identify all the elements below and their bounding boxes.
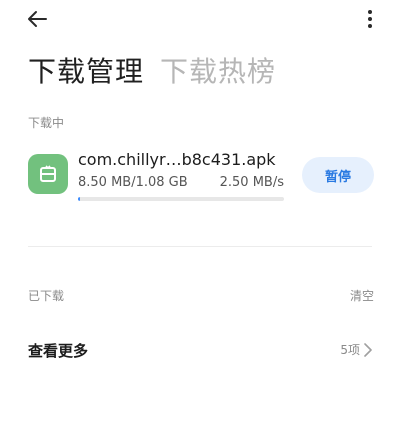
download-progress-fill (78, 197, 81, 201)
downloaded-count: 5项 (340, 343, 360, 357)
app-file-icon (28, 154, 68, 194)
divider (28, 246, 372, 247)
download-speed: 2.50 MB/s (219, 175, 284, 190)
downloading-section-label: 下载中 (28, 116, 65, 130)
clear-button[interactable]: 清空 (350, 287, 374, 304)
download-manager-page: 下载管理 下载热榜 下载中 com.chillyr…b8c431.apk 8.5… (0, 0, 400, 422)
tab-bar: 下载管理 下载热榜 (28, 50, 276, 90)
downloaded-section-label: 已下载 (28, 289, 65, 303)
back-arrow-icon (28, 11, 47, 27)
view-more-label: 查看更多 (28, 342, 89, 360)
more-options-button[interactable] (360, 6, 380, 32)
view-more-row[interactable]: 查看更多 5项 (0, 334, 400, 366)
pause-button[interactable]: 暂停 (302, 157, 374, 193)
download-progress-bar (78, 197, 284, 201)
more-vertical-icon (368, 10, 372, 28)
tab-download-charts[interactable]: 下载热榜 (160, 50, 276, 90)
file-name: com.chillyr…b8c431.apk (78, 150, 276, 169)
download-size: 8.50 MB/1.08 GB (78, 175, 188, 190)
back-button[interactable] (22, 6, 52, 32)
tab-download-manager[interactable]: 下载管理 (28, 50, 144, 90)
chevron-right-icon (364, 343, 372, 357)
